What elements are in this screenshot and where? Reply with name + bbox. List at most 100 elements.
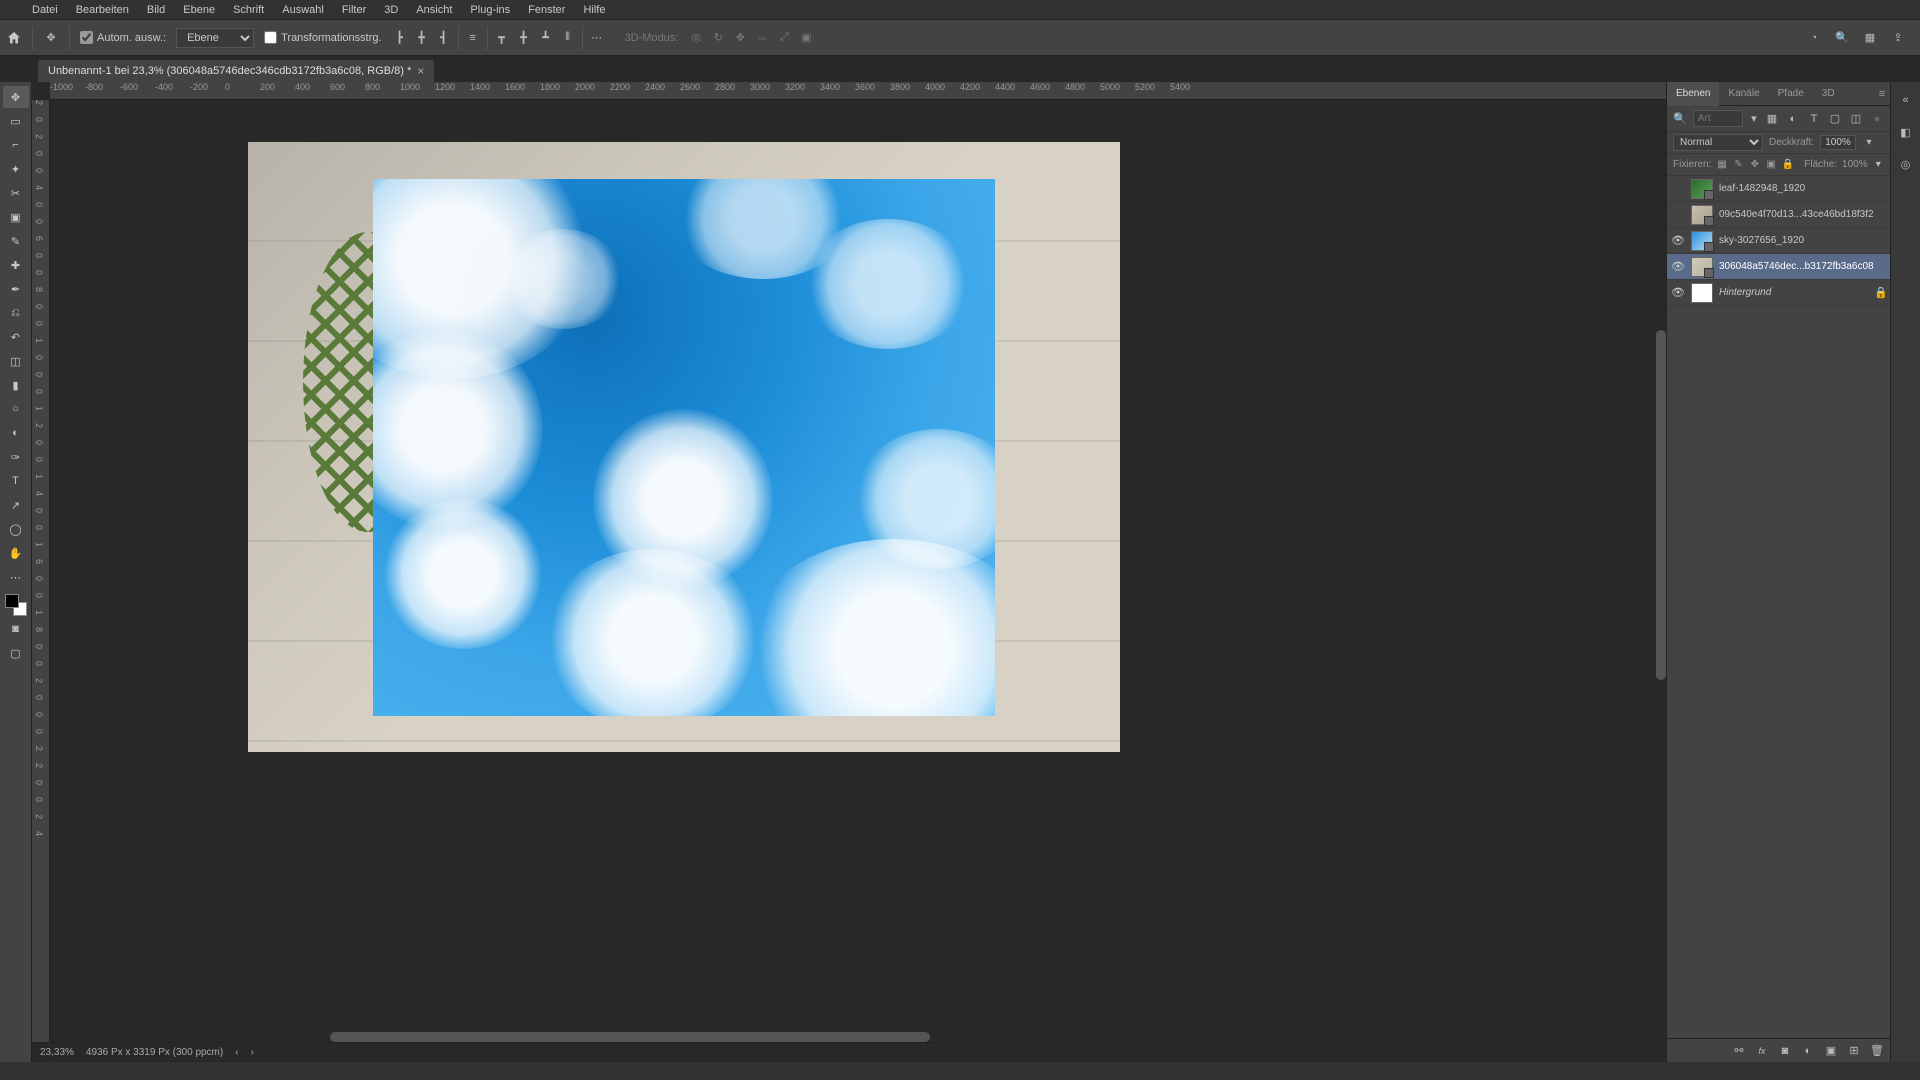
lock-all-icon[interactable]: 🔒 — [1782, 158, 1794, 172]
menu-ebene[interactable]: Ebene — [175, 0, 223, 20]
tab-ebenen[interactable]: Ebenen — [1667, 82, 1719, 106]
scrollbar-horizontal[interactable] — [330, 1032, 930, 1042]
layer-name[interactable]: 09c540e4f70d13...43ce46bd18f3f2 — [1719, 209, 1886, 220]
menu-3d[interactable]: 3D — [376, 0, 406, 20]
align-center-v-icon[interactable]: ╋ — [516, 30, 532, 46]
filter-toggle-icon[interactable]: ● — [1870, 112, 1884, 126]
auto-select-check[interactable]: Autom. ausw.: — [80, 31, 166, 44]
new-layer-icon[interactable]: ⊞ — [1847, 1044, 1861, 1058]
layer-name[interactable]: Hintergrund — [1719, 287, 1868, 298]
zoom-level[interactable]: 23,33% — [40, 1047, 74, 1058]
menu-datei[interactable]: Datei — [24, 0, 66, 20]
distribute-icon[interactable]: ≡ — [465, 30, 481, 46]
layer-thumbnail[interactable] — [1691, 231, 1713, 251]
more-options-icon[interactable]: ⋯ — [589, 30, 605, 46]
visibility-toggle[interactable]: 👁 — [1671, 234, 1685, 248]
layer-name[interactable]: leaf-1482948_1920 — [1719, 183, 1886, 194]
type-tool[interactable]: T — [3, 470, 29, 492]
layer-thumbnail[interactable] — [1691, 205, 1713, 225]
shape-tool[interactable]: ◯ — [3, 518, 29, 540]
menu-plugins[interactable]: Plug-ins — [462, 0, 518, 20]
visibility-toggle[interactable] — [1671, 208, 1685, 222]
stamp-tool[interactable]: ⎌ — [3, 302, 29, 324]
doc-info[interactable]: 4936 Px x 3319 Px (300 ppcm) — [86, 1047, 223, 1058]
lock-nest-icon[interactable]: ▣ — [1765, 158, 1776, 172]
delete-layer-icon[interactable]: 🗑 — [1870, 1044, 1884, 1058]
filter-dropdown-icon[interactable]: ▾ — [1749, 112, 1759, 126]
layer-row[interactable]: 09c540e4f70d13...43ce46bd18f3f2 — [1667, 202, 1890, 228]
brush-tool[interactable]: ✒ — [3, 278, 29, 300]
menu-hilfe[interactable]: Hilfe — [575, 0, 613, 20]
visibility-toggle[interactable]: 👁 — [1671, 260, 1685, 274]
layer-row[interactable]: leaf-1482948_1920 — [1667, 176, 1890, 202]
cloud-docs-icon[interactable]: ◔ — [1806, 30, 1822, 46]
search-icon[interactable]: 🔍 — [1834, 30, 1850, 46]
dodge-tool[interactable]: ◐ — [3, 422, 29, 444]
panel-menu-icon[interactable]: ≡ — [1874, 88, 1890, 100]
menu-auswahl[interactable]: Auswahl — [274, 0, 332, 20]
lasso-tool[interactable]: ⌐ — [3, 134, 29, 156]
adjustment-icon[interactable]: ◐ — [1801, 1044, 1815, 1058]
rail-libraries-icon[interactable]: ◎ — [1896, 154, 1916, 174]
lock-trans-icon[interactable]: ▦ — [1716, 158, 1727, 172]
lock-pos-icon[interactable]: ✥ — [1749, 158, 1760, 172]
menu-ansicht[interactable]: Ansicht — [408, 0, 460, 20]
ruler-horizontal[interactable]: -1000-800-600-400-2000200400600800100012… — [50, 82, 1666, 100]
share-icon[interactable]: ⇪ — [1890, 30, 1906, 46]
fx-icon[interactable]: fx — [1755, 1044, 1769, 1058]
hand-tool[interactable]: ✋ — [3, 542, 29, 564]
canvas-stage[interactable] — [50, 100, 1666, 1042]
tab-pfade[interactable]: Pfade — [1769, 82, 1813, 106]
eyedropper-tool[interactable]: ✎ — [3, 230, 29, 252]
lock-paint-icon[interactable]: ✎ — [1733, 158, 1744, 172]
heal-tool[interactable]: ✚ — [3, 254, 29, 276]
rail-collapse-icon[interactable]: « — [1896, 90, 1916, 110]
align-center-h-icon[interactable]: ╋ — [414, 30, 430, 46]
layer-row[interactable]: 👁sky-3027656_1920 — [1667, 228, 1890, 254]
crop-tool[interactable]: ✂ — [3, 182, 29, 204]
visibility-toggle[interactable] — [1671, 182, 1685, 196]
menu-filter[interactable]: Filter — [334, 0, 374, 20]
path-tool[interactable]: ↗ — [3, 494, 29, 516]
menu-bild[interactable]: Bild — [139, 0, 173, 20]
rail-layers-icon[interactable]: ◧ — [1896, 122, 1916, 142]
workspace-icon[interactable]: ▦ — [1862, 30, 1878, 46]
filter-type-icon[interactable]: T — [1807, 112, 1821, 126]
layer-filter-input[interactable] — [1693, 110, 1743, 127]
opacity-value[interactable]: 100% — [1820, 135, 1856, 150]
move-tool[interactable]: ✥ — [3, 86, 29, 108]
blur-tool[interactable]: ○ — [3, 398, 29, 420]
marquee-tool[interactable]: ▭ — [3, 110, 29, 132]
status-arrow-right[interactable]: › — [251, 1047, 254, 1058]
distribute-v-icon[interactable]: ⫴ — [560, 30, 576, 46]
layer-row[interactable]: 👁Hintergrund🔒 — [1667, 280, 1890, 306]
tab-kanaele[interactable]: Kanäle — [1719, 82, 1768, 106]
filter-smart-icon[interactable]: ◫ — [1849, 112, 1863, 126]
layer-name[interactable]: 306048a5746dec...b3172fb3a6c08 — [1719, 261, 1886, 272]
home-icon[interactable] — [6, 30, 22, 46]
transform-controls-check[interactable]: Transformationsstrg. — [264, 31, 381, 44]
auto-select-target[interactable]: Ebene — [176, 28, 254, 48]
history-brush-tool[interactable]: ↶ — [3, 326, 29, 348]
color-swatches[interactable] — [5, 594, 27, 616]
layer-thumbnail[interactable] — [1691, 179, 1713, 199]
align-top-icon[interactable]: ┳ — [494, 30, 510, 46]
move-tool-icon[interactable]: ✥ — [43, 30, 59, 46]
document-tab[interactable]: Unbenannt-1 bei 23,3% (306048a5746dec346… — [38, 60, 434, 82]
link-layers-icon[interactable]: ⚯ — [1732, 1044, 1746, 1058]
gradient-tool[interactable]: ▮ — [3, 374, 29, 396]
screenmode-tool[interactable]: ▢ — [3, 642, 29, 664]
menu-schrift[interactable]: Schrift — [225, 0, 272, 20]
fg-color-swatch[interactable] — [5, 594, 19, 608]
pen-tool[interactable]: ✑ — [3, 446, 29, 468]
fill-dropdown-icon[interactable]: ▾ — [1873, 158, 1884, 172]
align-left-icon[interactable]: ┣ — [392, 30, 408, 46]
tab-3d[interactable]: 3D — [1813, 82, 1844, 106]
filter-shape-icon[interactable]: ▢ — [1828, 112, 1842, 126]
menu-bearbeiten[interactable]: Bearbeiten — [68, 0, 137, 20]
visibility-toggle[interactable]: 👁 — [1671, 286, 1685, 300]
ruler-vertical[interactable]: 2020040060080010001200140016001800200022… — [32, 100, 50, 1042]
more-tools[interactable]: ⋯ — [3, 566, 29, 588]
frame-tool[interactable]: ▣ — [3, 206, 29, 228]
scrollbar-vertical[interactable] — [1656, 330, 1666, 680]
